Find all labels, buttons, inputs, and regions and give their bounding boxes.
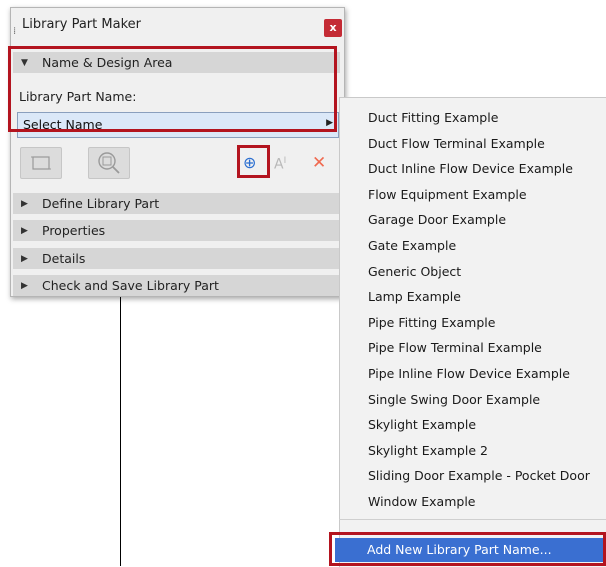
section-details[interactable]: ▶ Details: [13, 248, 340, 269]
magnifier-icon: [98, 152, 120, 174]
section-properties[interactable]: ▶ Properties: [13, 220, 340, 241]
menu-item[interactable]: Skylight Example 2: [368, 443, 488, 458]
menu-item-label: Add New Library Part Name...: [367, 542, 552, 557]
delete-button[interactable]: ✕: [312, 153, 326, 173]
triangle-right-icon: ▶: [21, 281, 28, 291]
drag-grip-icon[interactable]: ⁞: [13, 26, 16, 37]
triangle-right-icon: ▶: [21, 226, 28, 236]
section-label: Properties: [42, 223, 106, 238]
menu-item[interactable]: Flow Equipment Example: [368, 187, 527, 202]
menu-item[interactable]: Single Swing Door Example: [368, 392, 540, 407]
library-part-name-label: Library Part Name:: [19, 89, 137, 104]
menu-item[interactable]: Duct Flow Terminal Example: [368, 136, 545, 151]
text-style-sup: I: [283, 156, 287, 166]
menu-item[interactable]: Lamp Example: [368, 289, 461, 304]
menu-item[interactable]: Pipe Fitting Example: [368, 315, 495, 330]
zoom-tool-button[interactable]: [88, 147, 130, 179]
rectangle-tool-button[interactable]: [20, 147, 62, 179]
section-label: Name & Design Area: [42, 55, 173, 70]
triangle-right-icon: ▶: [21, 254, 28, 264]
menu-item[interactable]: Duct Fitting Example: [368, 110, 498, 125]
library-part-maker-panel: ⁞ Library Part Maker x ▼ Name & Design A…: [10, 7, 345, 297]
triangle-right-icon: ▶: [21, 199, 28, 209]
crop-rectangle-icon: [31, 156, 51, 170]
panel-title: Library Part Maker: [22, 17, 141, 32]
section-define-library-part[interactable]: ▶ Define Library Part: [13, 193, 340, 214]
menu-item[interactable]: Gate Example: [368, 238, 456, 253]
menu-separator: [339, 519, 606, 520]
menu-item[interactable]: Sliding Door Example - Pocket Door: [368, 468, 590, 483]
menu-item[interactable]: Garage Door Example: [368, 212, 506, 227]
text-style-button[interactable]: AI: [274, 156, 286, 173]
menu-item[interactable]: Skylight Example: [368, 417, 476, 432]
menu-item[interactable]: Pipe Inline Flow Device Example: [368, 366, 570, 381]
section-name-design-area[interactable]: ▼ Name & Design Area: [13, 52, 340, 73]
section-check-and-save[interactable]: ▶ Check and Save Library Part: [13, 275, 340, 296]
close-button[interactable]: x: [324, 19, 342, 37]
library-part-name-menu: Duct Fitting Example Duct Flow Terminal …: [339, 97, 606, 567]
menu-item[interactable]: Generic Object: [368, 264, 461, 279]
menu-item[interactable]: Duct Inline Flow Device Example: [368, 161, 573, 176]
menu-item[interactable]: Window Example: [368, 494, 476, 509]
guide-line: [120, 296, 121, 566]
select-name-dropdown[interactable]: Select Name ▶: [17, 112, 339, 138]
text-style-label: A: [274, 156, 284, 173]
triangle-down-icon: ▼: [21, 58, 28, 68]
section-label: Check and Save Library Part: [42, 278, 219, 293]
triangle-right-icon: ▶: [326, 118, 333, 128]
section-label: Details: [42, 251, 86, 266]
select-value: Select Name: [23, 117, 103, 132]
section-label: Define Library Part: [42, 196, 160, 211]
add-circle-button[interactable]: ⊕: [243, 153, 256, 172]
menu-item[interactable]: Pipe Flow Terminal Example: [368, 340, 542, 355]
add-new-library-part-name-item[interactable]: Add New Library Part Name...: [335, 538, 606, 562]
